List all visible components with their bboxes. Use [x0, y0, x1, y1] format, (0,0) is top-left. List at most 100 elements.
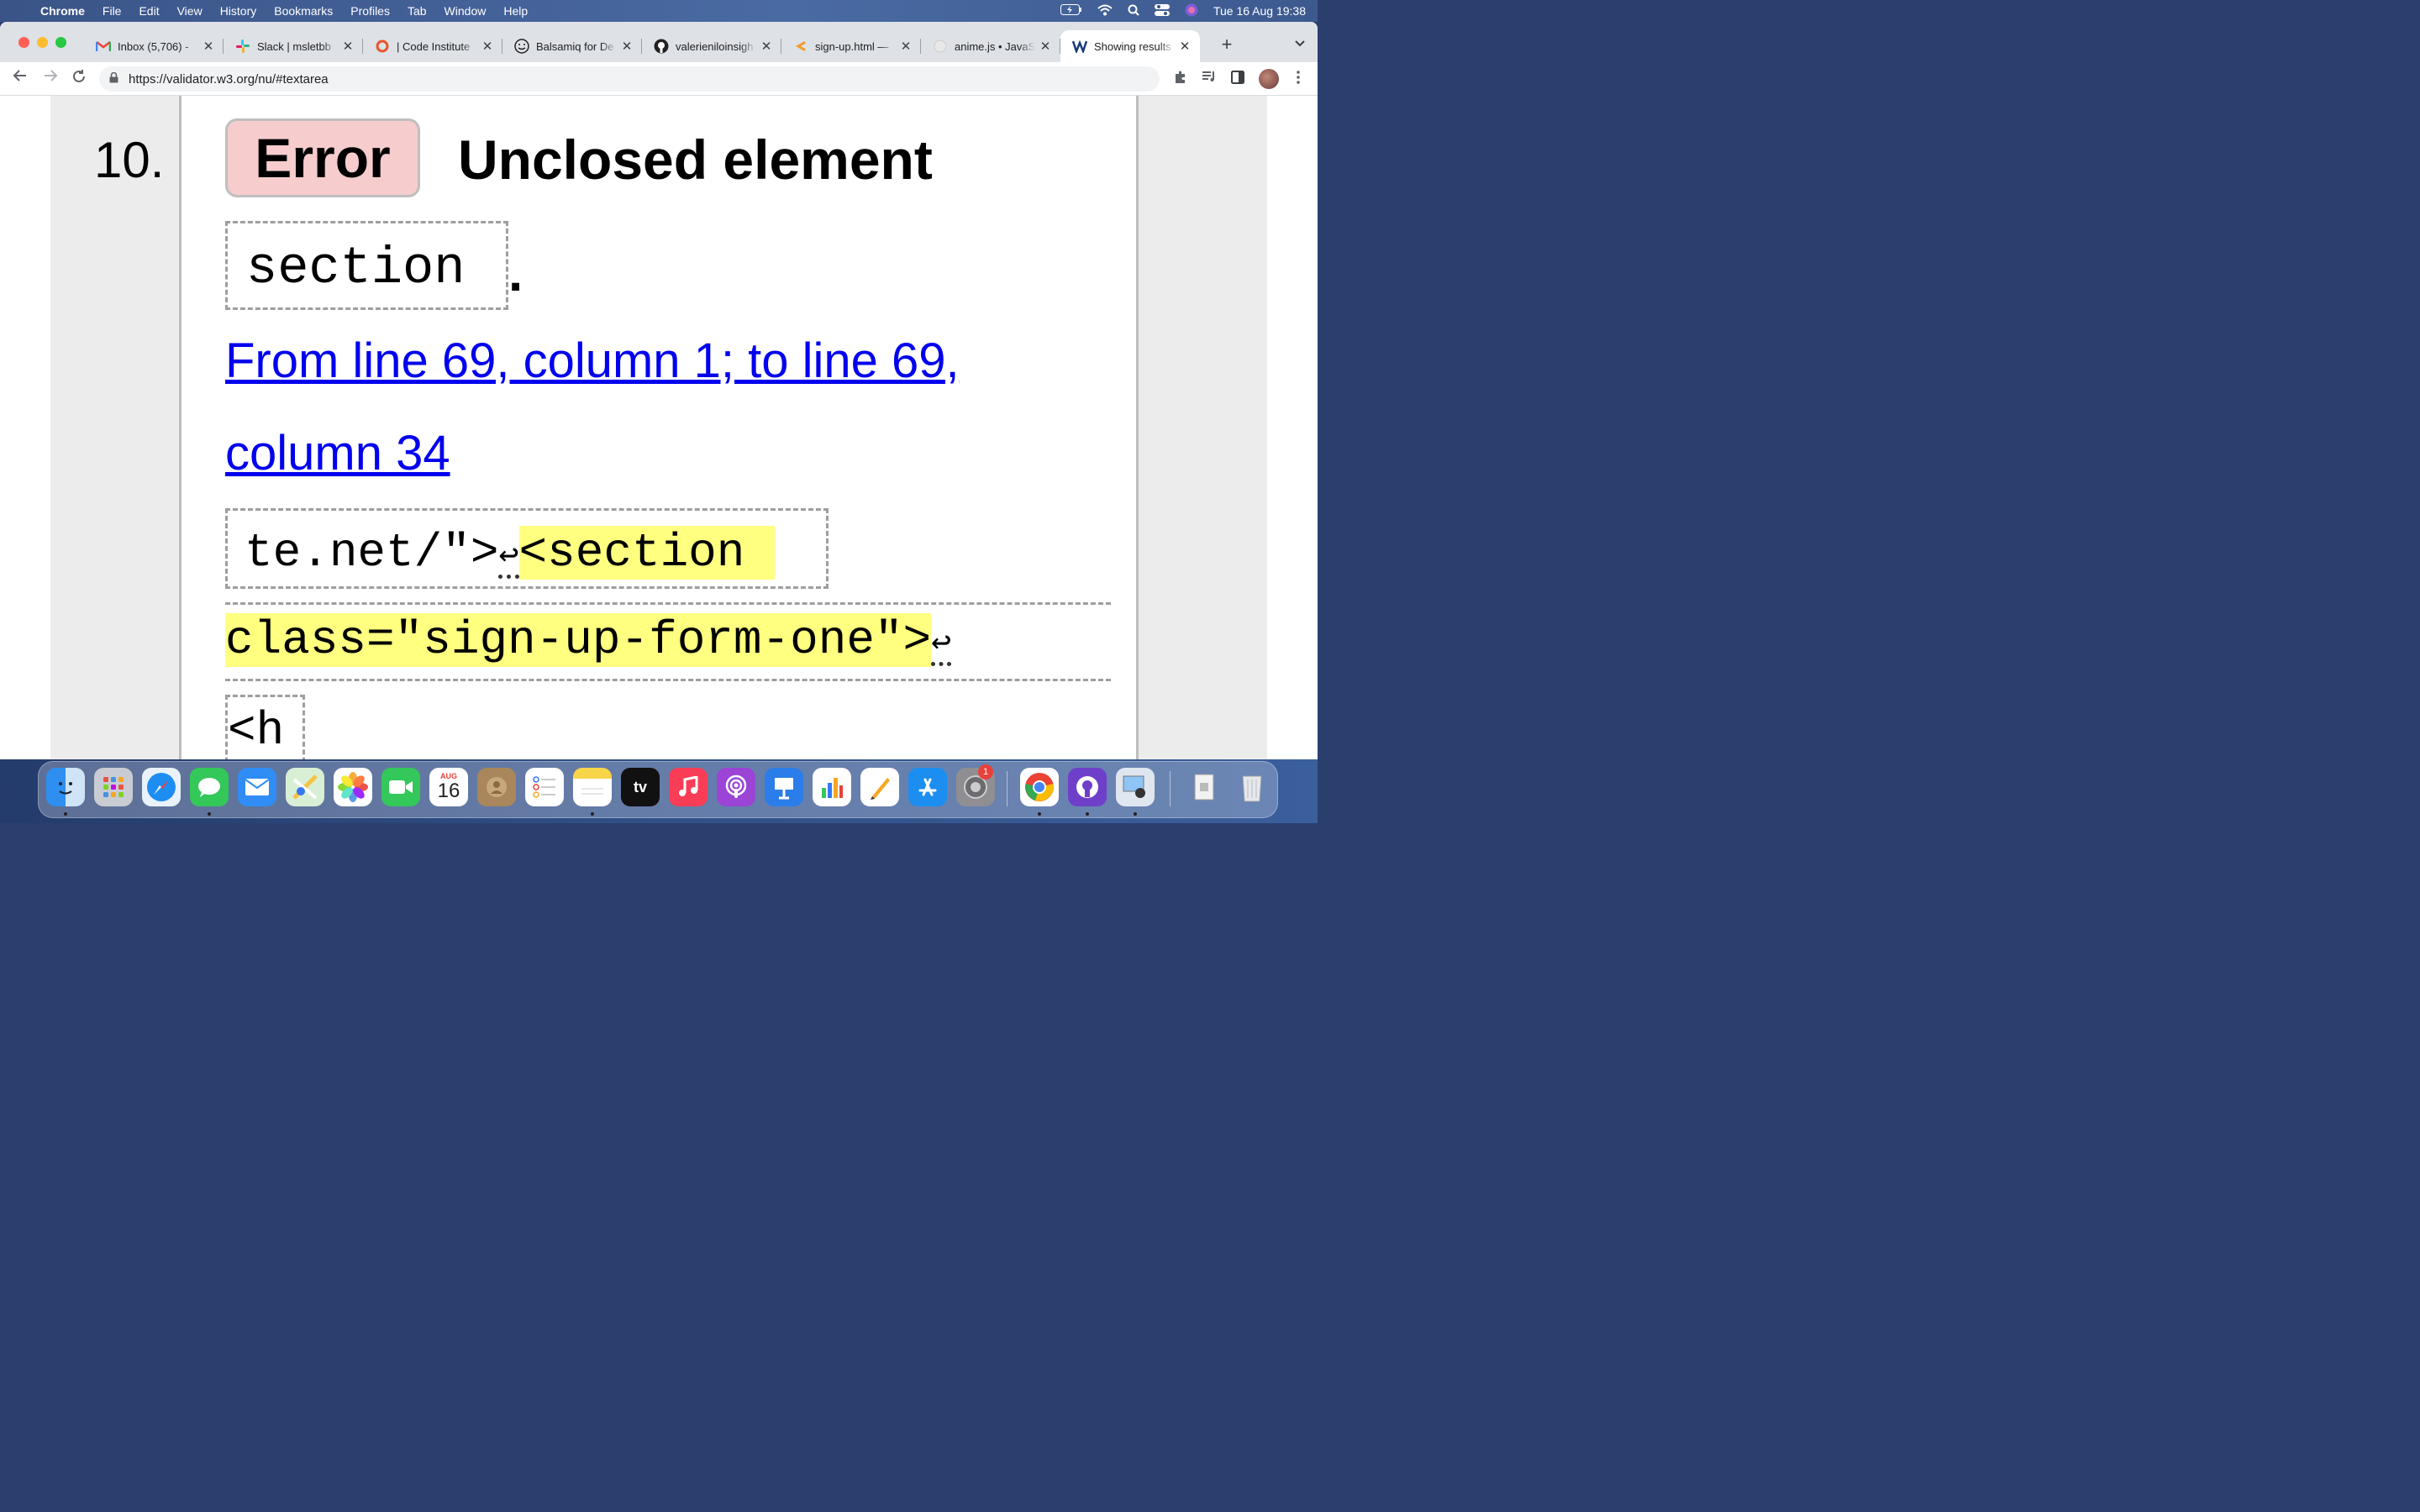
extensions-puzzle-icon[interactable] [1171, 71, 1190, 88]
notes-icon[interactable] [573, 768, 612, 806]
page-viewport: 10. Error Unclosed element section . Fro… [0, 96, 1318, 759]
running-indicator [1134, 812, 1137, 816]
new-tab-button[interactable]: + [1215, 34, 1239, 55]
close-tab-icon[interactable]: ✕ [341, 39, 355, 54]
tab-w3c-validator[interactable]: Showing results ✕ [1060, 30, 1200, 62]
menu-tab[interactable]: Tab [408, 4, 427, 18]
finder-icon[interactable] [46, 768, 85, 806]
tab-label: valerieniloinsigh [676, 39, 754, 53]
calendar-day: 16 [437, 780, 460, 802]
running-indicator [591, 812, 594, 816]
menu-bookmarks[interactable]: Bookmarks [274, 4, 333, 18]
tab-gitpod[interactable]: sign-up.html — ✕ [781, 30, 921, 62]
menu-file[interactable]: File [103, 4, 122, 18]
tab-github[interactable]: valerieniloinsigh ✕ [642, 30, 781, 62]
numbers-icon[interactable] [813, 768, 851, 806]
tab-strip: Inbox (5,706) - ✕ Slack | msletbb ✕ | Co… [0, 22, 1318, 62]
close-tab-icon[interactable]: ✕ [620, 39, 634, 54]
menu-app-name[interactable]: Chrome [40, 4, 85, 18]
menu-clock[interactable]: Tue 16 Aug 19:38 [1213, 4, 1306, 18]
minimize-window-button[interactable] [37, 37, 48, 48]
close-tab-icon[interactable]: ✕ [1039, 39, 1052, 54]
menu-view[interactable]: View [177, 4, 203, 18]
close-window-button[interactable] [18, 37, 29, 48]
lock-icon[interactable] [109, 71, 118, 86]
window-controls [18, 37, 66, 48]
sentence-period: . [508, 244, 523, 302]
code-institute-icon [375, 39, 390, 54]
close-tab-icon[interactable]: ✕ [202, 39, 215, 54]
facetime-icon[interactable] [381, 768, 420, 806]
macos-menu-bar: Chrome File Edit View History Bookmarks … [0, 0, 1318, 22]
tab-slack[interactable]: Slack | msletbb ✕ [224, 30, 363, 62]
app-store-icon[interactable] [908, 768, 947, 806]
podcasts-icon[interactable] [717, 768, 755, 806]
chrome-icon[interactable] [1020, 768, 1059, 806]
siri-icon[interactable] [1185, 3, 1198, 19]
menu-history[interactable]: History [220, 4, 257, 18]
media-queue-icon[interactable] [1200, 71, 1218, 87]
downloads-stack-icon[interactable] [1185, 768, 1223, 806]
tab-search-chevron-icon[interactable] [1294, 37, 1306, 50]
forward-arrow-icon[interactable] [40, 69, 60, 87]
tab-gmail[interactable]: Inbox (5,706) - ✕ [84, 30, 224, 62]
menu-help[interactable]: Help [503, 4, 528, 18]
close-tab-icon[interactable]: ✕ [760, 39, 773, 54]
tab-code-institute[interactable]: | Code Institute ✕ [363, 30, 502, 62]
contacts-icon[interactable] [477, 768, 516, 806]
location-link-line-1[interactable]: From line 69, column 1; to line 69, [225, 333, 960, 389]
location-link-line-2[interactable]: column 34 [225, 425, 450, 481]
apple-tv-icon[interactable]: tv [621, 768, 660, 806]
photos-icon[interactable] [334, 768, 372, 806]
close-tab-icon[interactable]: ✕ [481, 39, 494, 54]
line-return-icon: ↩ [931, 622, 952, 661]
gitpod-icon [793, 39, 808, 54]
apple-tv-label: tv [633, 778, 647, 795]
messages-icon[interactable] [190, 768, 229, 806]
calendar-icon[interactable]: AUG 16 [429, 768, 468, 806]
running-indicator [64, 812, 67, 816]
running-indicator [1038, 812, 1041, 816]
source-extract-line-3: <h [225, 695, 305, 759]
trash-icon[interactable] [1233, 768, 1271, 806]
mail-icon[interactable] [238, 768, 276, 806]
github-desktop-icon[interactable] [1068, 768, 1107, 806]
reload-icon[interactable] [69, 69, 89, 88]
back-arrow-icon[interactable] [10, 69, 30, 87]
tab-label: anime.js • JavaS [955, 39, 1035, 53]
keynote-icon[interactable] [765, 768, 803, 806]
w3c-icon [1072, 39, 1087, 54]
zoom-window-button[interactable] [55, 37, 66, 48]
line-return-icon: ↩ [498, 535, 519, 574]
github-icon [654, 39, 669, 54]
menu-profiles[interactable]: Profiles [350, 4, 390, 18]
music-icon[interactable] [669, 768, 708, 806]
settings-update-badge: 1 [978, 764, 993, 780]
tab-balsamiq[interactable]: Balsamiq for De ✕ [502, 30, 642, 62]
spotlight-search-icon[interactable] [1128, 4, 1139, 18]
source-extract-line-1: te.net/">↩<section [225, 508, 829, 589]
menu-edit[interactable]: Edit [139, 4, 159, 18]
chrome-window: Inbox (5,706) - ✕ Slack | msletbb ✕ | Co… [0, 22, 1318, 759]
side-panel-icon[interactable] [1228, 71, 1247, 88]
reminders-icon[interactable] [525, 768, 564, 806]
error-badge: Error [225, 118, 420, 197]
chrome-menu-kebab-icon[interactable] [1289, 71, 1307, 88]
preview-icon[interactable] [1116, 768, 1155, 806]
address-bar[interactable]: https://validator.w3.org/nu/#textarea [99, 66, 1160, 92]
gmail-icon [96, 39, 111, 54]
menu-window[interactable]: Window [445, 4, 487, 18]
maps-icon[interactable] [286, 768, 324, 806]
anime-icon [933, 39, 948, 54]
dock-separator [1170, 771, 1171, 806]
control-center-icon[interactable] [1154, 3, 1170, 18]
battery-icon[interactable] [1060, 4, 1082, 18]
close-tab-icon[interactable]: ✕ [899, 39, 913, 54]
profile-avatar[interactable] [1259, 69, 1279, 89]
safari-icon[interactable] [142, 768, 181, 806]
wifi-icon[interactable] [1097, 4, 1113, 18]
tab-anime-js[interactable]: anime.js • JavaS ✕ [921, 30, 1060, 62]
pages-icon[interactable] [860, 768, 899, 806]
launchpad-icon[interactable] [94, 768, 133, 806]
close-tab-icon[interactable]: ✕ [1178, 39, 1192, 54]
